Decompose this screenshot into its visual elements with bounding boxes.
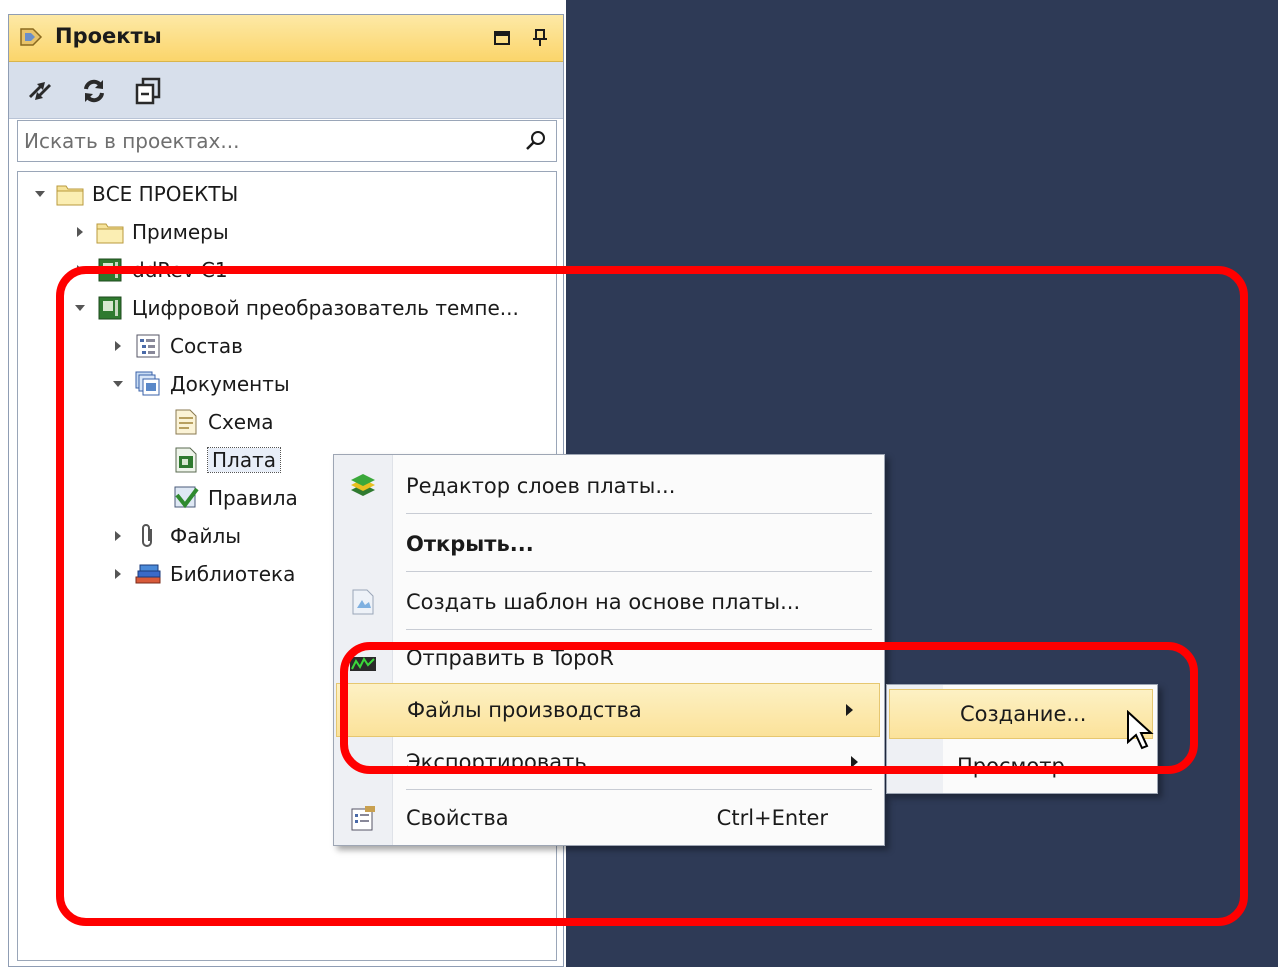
menu-item-shortcut: Ctrl+Enter [716,806,828,830]
documents-icon [134,370,162,398]
tree-item-label: Правила [208,486,298,510]
collapsed-arrow-icon[interactable] [70,260,90,280]
tree-item-label: Схема [208,410,274,434]
search-icon[interactable] [524,129,548,153]
pcb-icon [172,446,200,474]
tree-item-label: Состав [170,334,243,358]
expanded-arrow-icon[interactable] [108,374,128,394]
paperclip-icon [134,522,162,550]
search-input[interactable] [24,128,514,154]
menu-item-label: Редактор слоев платы... [406,474,676,498]
menu-item-label: Свойства [406,806,509,830]
collapse-all-icon [135,77,161,105]
panel-toolbar [9,62,563,119]
menu-item-label: Отправить в TopoR [406,646,614,670]
submenu-arrow-icon [851,756,858,768]
properties-icon [348,803,378,833]
tree-item-ddrev[interactable]: ddRev C1 [70,252,228,288]
panel-header: Проекты [9,15,563,62]
tree-item-documents[interactable]: Документы [108,366,290,402]
tree-item-library[interactable]: Библиотека [108,556,295,592]
collapsed-arrow-icon[interactable] [108,526,128,546]
layers-icon [348,471,378,501]
tree-item-digital-converter[interactable]: Цифровой преобразователь темпе... [70,290,519,326]
schematic-icon [172,408,200,436]
rules-icon [172,484,200,512]
pin-icon [533,29,547,46]
menu-item-open[interactable]: Открыть... [334,517,884,571]
maximize-button[interactable] [491,27,513,49]
tree-item-examples[interactable]: Примеры [70,214,229,250]
menu-item-send-to-topor[interactable]: Отправить в TopoR [334,631,884,685]
tree-item-label: Примеры [132,220,229,244]
tree-item-all-projects[interactable]: ВСЕ ПРОЕКТЫ [30,176,238,212]
menu-item-label: Файлы производства [407,698,642,722]
folder-icon [96,218,124,246]
menu-item-label: Открыть... [406,532,534,556]
sync-button[interactable] [23,74,57,108]
collapsed-arrow-icon[interactable] [108,336,128,356]
menu-item-label: Создание... [960,702,1087,726]
context-menu: Редактор слоев платы... Открыть... Созда… [333,454,885,846]
topor-icon [348,643,378,673]
board-project-icon [96,256,124,284]
template-icon [348,587,378,617]
tree-item-label: Файлы [170,524,242,548]
folder-icon [56,180,84,208]
submenu-arrow-icon [846,704,853,716]
menu-item-create-template[interactable]: Создать шаблон на основе платы... [334,575,884,629]
composition-icon [134,332,162,360]
menu-item-production-files[interactable]: Файлы производства [336,683,880,737]
menu-separator [406,571,872,572]
tree-item-label: ВСЕ ПРОЕКТЫ [92,182,239,206]
panel-title: Проекты [55,24,162,48]
tree-item-pcb[interactable]: Плата [172,442,281,478]
menu-item-label: Экспортировать [406,750,587,774]
pin-button[interactable] [529,27,551,49]
menu-item-view[interactable]: Просмотр [887,741,1157,791]
collapse-all-button[interactable] [131,74,165,108]
tree-item-files[interactable]: Файлы [108,518,241,554]
collapsed-arrow-icon[interactable] [70,222,90,242]
menu-item-layer-editor[interactable]: Редактор слоев платы... [334,459,884,513]
production-files-submenu: Создание... Просмотр [886,684,1158,794]
menu-item-label: Просмотр [957,754,1065,778]
mouse-cursor-icon [1127,710,1154,750]
tree-item-label: ddRev C1 [132,258,228,282]
menu-separator [406,789,872,790]
maximize-icon [494,31,510,45]
expanded-arrow-icon[interactable] [70,298,90,318]
board-project-icon [96,294,124,322]
tree-item-label: Цифровой преобразователь темпе... [132,296,519,320]
tree-item-schematic[interactable]: Схема [172,404,273,440]
sync-arrows-icon [29,82,51,100]
tree-item-label: Библиотека [170,562,296,586]
projects-icon [20,28,43,46]
library-icon [134,560,162,588]
search-box[interactable] [17,120,557,162]
menu-item-create[interactable]: Создание... [889,689,1153,739]
menu-item-export[interactable]: Экспортировать [334,735,884,789]
menu-separator [406,629,872,630]
collapsed-arrow-icon[interactable] [108,564,128,584]
menu-separator [406,513,872,514]
tree-item-label: Документы [170,372,290,396]
tree-item-composition[interactable]: Состав [108,328,243,364]
menu-item-label: Создать шаблон на основе платы... [406,590,801,614]
expanded-arrow-icon[interactable] [30,184,50,204]
tree-item-rules[interactable]: Правила [172,480,298,516]
refresh-icon [84,79,104,103]
menu-item-properties[interactable]: Свойства Ctrl+Enter [334,791,884,845]
refresh-button[interactable] [77,74,111,108]
tree-item-label: Плата [207,447,281,473]
